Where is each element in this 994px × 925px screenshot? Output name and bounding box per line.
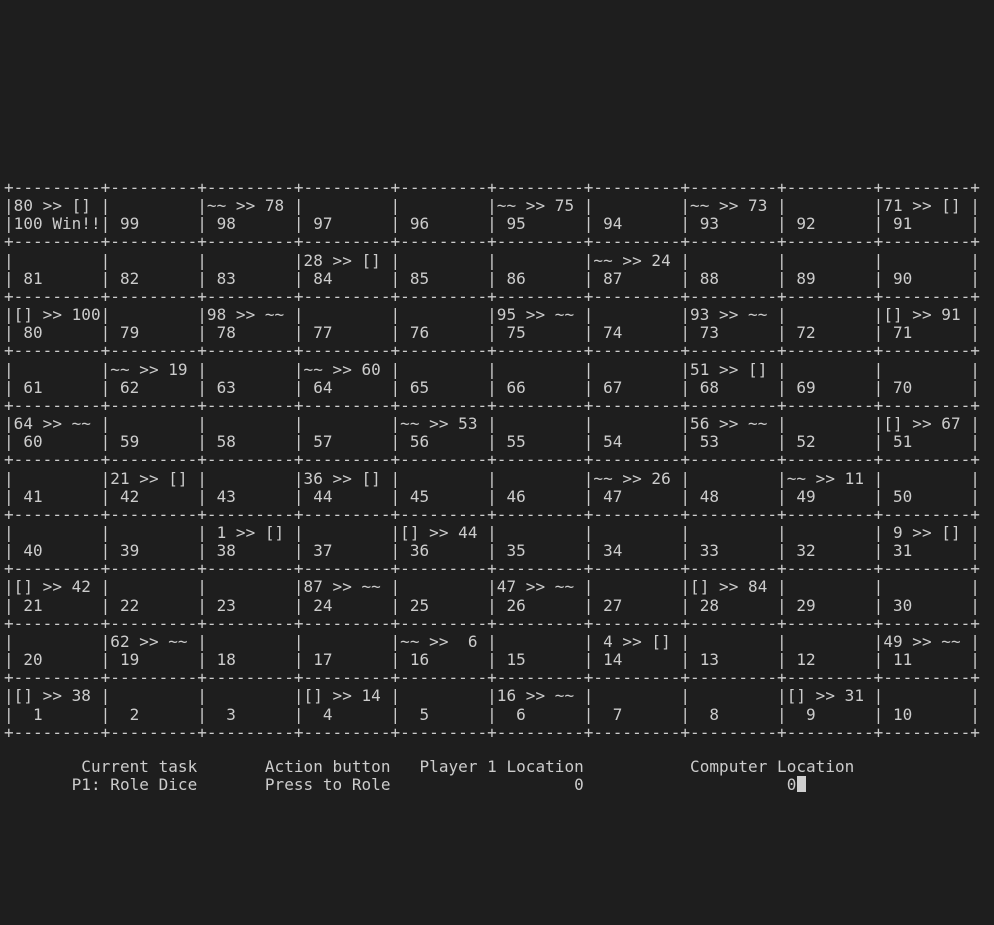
board-border-line: +---------+---------+---------+---------…: [4, 232, 980, 252]
board-border-line: +---------+---------+---------+---------…: [4, 341, 980, 361]
board-row-line: | 60 | 59 | 58 | 57 | 56 | 55 | 54 | 53 …: [4, 432, 980, 452]
board-row-line: |100 Win!!| 99 | 98 | 97 | 96 | 95 | 94 …: [4, 214, 980, 234]
board-border-line: +---------+---------+---------+---------…: [4, 668, 980, 688]
board-row-line: |[] >> 100| |98 >> ~~ | | |95 >> ~~ | |9…: [4, 305, 980, 325]
board-border-line: +---------+---------+---------+---------…: [4, 613, 980, 633]
board-row-line: | |21 >> [] | |36 >> [] | | |~~ >> 26 | …: [4, 468, 980, 488]
terminal-cursor[interactable]: [797, 776, 807, 793]
board-row-line: | 1 | 2 | 3 | 4 | 5 | 6 | 7 | 8 | 9 | 10…: [4, 704, 980, 724]
board-row-line: |64 >> ~~ | | | |~~ >> 53 | | |56 >> ~~ …: [4, 414, 980, 434]
board-row-line: | 81 | 82 | 83 | 84 | 85 | 86 | 87 | 88 …: [4, 268, 980, 288]
board-border-line: +---------+---------+---------+---------…: [4, 504, 980, 524]
board-row-line: |[] >> 42 | | |87 >> ~~ | |47 >> ~~ | |[…: [4, 577, 980, 597]
board-row-line: | | | 1 >> [] | |[] >> 44 | | | | | 9 >>…: [4, 522, 980, 542]
board-border-line: +---------+---------+---------+---------…: [4, 559, 980, 579]
board-border-line: +---------+---------+---------+---------…: [4, 286, 980, 306]
board-row-line: | 20 | 19 | 18 | 17 | 16 | 15 | 14 | 13 …: [4, 650, 980, 670]
board-border-line: +---------+---------+---------+---------…: [4, 395, 980, 415]
board-row-line: | |62 >> ~~ | | |~~ >> 6 | | 4 >> [] | |…: [4, 631, 980, 651]
status-panel: Current task Action button Player 1 Loca…: [4, 757, 855, 795]
board-row-line: | 80 | 79 | 78 | 77 | 76 | 75 | 74 | 73 …: [4, 323, 980, 343]
board-border-line: +---------+---------+---------+---------…: [4, 722, 980, 742]
board-row-line: | | | |28 >> [] | | |~~ >> 24 | | | |: [4, 250, 980, 270]
board-border-line: +---------+---------+---------+---------…: [4, 450, 980, 470]
board-row-line: | 41 | 42 | 43 | 44 | 45 | 46 | 47 | 48 …: [4, 486, 980, 506]
board-row-line: | 61 | 62 | 63 | 64 | 65 | 66 | 67 | 68 …: [4, 377, 980, 397]
board-row-line: |80 >> [] | |~~ >> 78 | | |~~ >> 75 | |~…: [4, 196, 980, 216]
board-row-line: | 40 | 39 | 38 | 37 | 36 | 35 | 34 | 33 …: [4, 541, 980, 561]
terminal-window[interactable]: +---------+---------+---------+---------…: [0, 0, 994, 925]
board-row-line: | 21 | 22 | 23 | 24 | 25 | 26 | 27 | 28 …: [4, 595, 980, 615]
board-row-line: | |~~ >> 19 | |~~ >> 60 | | | |51 >> [] …: [4, 359, 980, 379]
board-border-line: +---------+---------+---------+---------…: [4, 178, 980, 197]
status-header-line: Current task Action button Player 1 Loca…: [4, 757, 855, 776]
board-row-line: |[] >> 38 | | |[] >> 14 | |16 >> ~~ | | …: [4, 686, 980, 706]
snakes-and-ladders-board: +---------+---------+---------+---------…: [4, 178, 980, 742]
status-value-line: P1: Role Dice Press to Role 0 0: [4, 775, 797, 795]
